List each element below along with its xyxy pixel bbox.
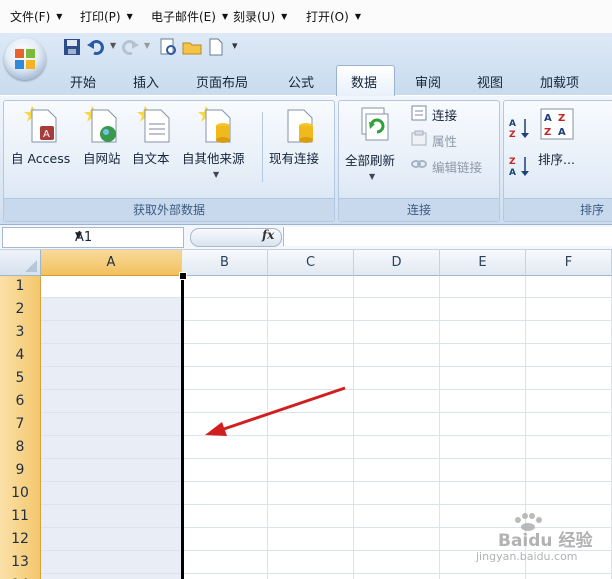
dropdown-arrow-icon[interactable]: ▼ <box>369 172 375 181</box>
name-box[interactable]: A1 ▼ <box>2 227 184 248</box>
arrow-head-icon <box>205 422 227 436</box>
customize-qat-icon[interactable]: ▾ <box>232 39 238 52</box>
svg-text:Z: Z <box>544 127 551 138</box>
name-box-dropdown-icon[interactable]: ▼ <box>75 231 180 241</box>
dropdown-arrow-icon[interactable]: ▼ <box>213 170 219 179</box>
watermark-url: jingyan.baidu.com <box>476 550 578 563</box>
group-label: 获取外部数据 <box>132 203 205 217</box>
sort-button[interactable]: 排序... <box>538 149 575 168</box>
connections-button[interactable]: 连接 <box>432 105 457 124</box>
refresh-all-button[interactable]: 全部刷新 <box>345 150 395 169</box>
office-logo-icon <box>15 49 35 69</box>
tab-data[interactable]: 数据 <box>351 72 377 91</box>
menu-email[interactable]: 电子邮件(E) ▼ <box>151 8 228 25</box>
menu-bar: 文件(F) ▼ 打印(P) ▼ 电子邮件(E) ▼ 刻录(U) ▼ 打开(O) ▼ <box>0 0 612 34</box>
text-file-icon[interactable] <box>137 104 173 144</box>
sort-descending-icon[interactable]: Z A <box>508 154 532 178</box>
connections-icon[interactable] <box>410 104 428 122</box>
menu-open[interactable]: 打开(O) ▼ <box>306 8 361 25</box>
menu-print[interactable]: 打印(P) ▼ <box>80 8 133 25</box>
print-preview-icon[interactable] <box>158 37 178 57</box>
properties-button[interactable]: 属性 <box>432 131 457 150</box>
caret-down-icon: ▼ <box>221 12 229 21</box>
office-button[interactable] <box>4 38 46 80</box>
redo-icon[interactable] <box>120 37 140 57</box>
formula-input[interactable] <box>283 227 612 246</box>
undo-dropdown-icon[interactable]: ▼ <box>110 41 116 50</box>
tab-home[interactable]: 开始 <box>70 72 96 91</box>
sort-dialog-icon[interactable]: A Z Z A <box>540 108 574 140</box>
insert-function-icon[interactable]: fx <box>262 228 274 242</box>
group-label: 排序 <box>579 203 604 217</box>
from-text-button[interactable]: 自文本 <box>132 148 170 167</box>
properties-icon[interactable] <box>410 129 428 147</box>
undo-icon[interactable] <box>86 37 106 57</box>
database-icon[interactable] <box>198 104 234 144</box>
save-icon[interactable] <box>62 37 82 57</box>
caret-down-icon: ▼ <box>56 12 63 21</box>
from-web-button[interactable]: 自网站 <box>83 148 121 167</box>
group-label: 连接 <box>406 203 431 217</box>
watermark-text: Baidu 经验 <box>498 531 593 551</box>
tab-page-layout[interactable]: 页面布局 <box>196 72 248 91</box>
tab-addins[interactable]: 加载项 <box>540 72 579 91</box>
svg-text:A: A <box>509 119 516 129</box>
tab-insert[interactable]: 插入 <box>133 72 159 91</box>
caret-down-icon: ▼ <box>126 12 133 21</box>
web-globe-icon[interactable] <box>84 104 120 144</box>
edit-links-button[interactable]: 编辑链接 <box>432 157 482 176</box>
arrow-shaft <box>217 386 346 433</box>
from-access-button[interactable]: 自 Access <box>11 148 70 167</box>
menu-file[interactable]: 文件(F) ▼ <box>10 8 62 25</box>
sort-ascending-icon[interactable]: A Z <box>508 116 532 140</box>
refresh-all-icon[interactable] <box>356 106 392 146</box>
svg-text:A: A <box>43 129 50 140</box>
access-icon[interactable]: A <box>24 104 60 144</box>
existing-connections-icon[interactable] <box>282 104 318 144</box>
svg-text:Z: Z <box>509 130 516 140</box>
svg-text:A: A <box>544 113 552 124</box>
svg-text:A: A <box>509 168 516 178</box>
menu-burn[interactable]: 刻录(U) ▼ <box>233 8 287 25</box>
svg-text:A: A <box>558 127 566 138</box>
separator <box>262 112 263 182</box>
open-folder-icon[interactable] <box>182 37 202 57</box>
redo-dropdown-icon[interactable]: ▼ <box>144 41 150 50</box>
caret-down-icon: ▼ <box>354 12 361 21</box>
formula-bar: A1 ▼ fx <box>0 225 612 250</box>
existing-connections-button[interactable]: 现有连接 <box>269 148 319 167</box>
tab-view[interactable]: 视图 <box>477 72 503 91</box>
edit-links-icon[interactable] <box>410 155 428 173</box>
svg-text:Z: Z <box>509 157 516 167</box>
tab-review[interactable]: 审阅 <box>415 72 441 91</box>
tab-formulas[interactable]: 公式 <box>288 72 314 91</box>
watermark: Baidu 经验 jingyan.baidu.com <box>468 512 608 574</box>
svg-text:Z: Z <box>558 113 565 124</box>
from-other-sources-button[interactable]: 自其他来源 <box>182 148 245 167</box>
caret-down-icon: ▼ <box>281 12 288 21</box>
new-document-icon[interactable] <box>206 37 226 57</box>
